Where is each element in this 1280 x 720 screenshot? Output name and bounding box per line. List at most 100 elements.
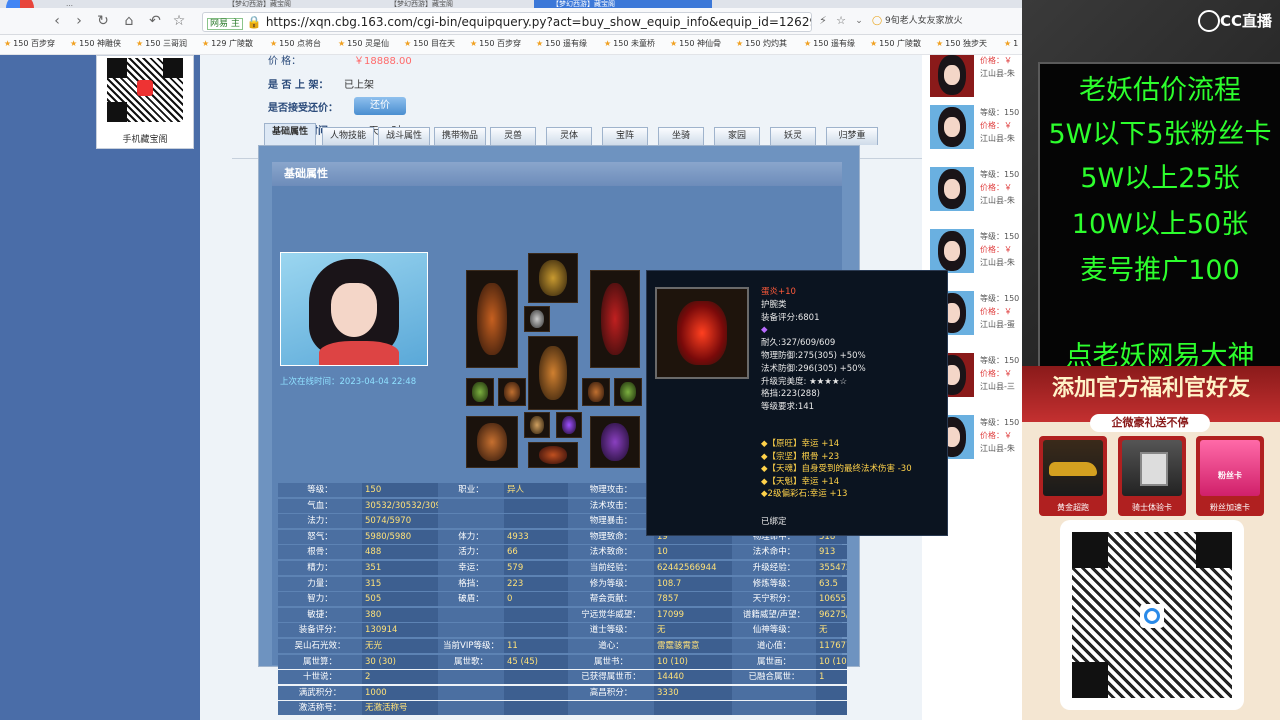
listing-text: 等级：150 xyxy=(980,418,1020,427)
stat-value: 雷霆骇霄意 xyxy=(654,639,735,653)
tab-3[interactable]: 携带物品 xyxy=(434,127,486,145)
url-input[interactable]: 网易 主 🔒 https://xqn.cbg.163.com/cgi-bin/equ… xyxy=(202,12,812,32)
fan-card-icon: 粉丝卡 xyxy=(1200,440,1260,496)
ring-slot-2[interactable] xyxy=(498,378,526,406)
bookmark-star-icon: ★ xyxy=(804,39,812,48)
bookmark-star-icon[interactable]: ☆ xyxy=(170,12,188,30)
undo-icon[interactable]: ↶ xyxy=(146,12,164,30)
bookmark-item[interactable]: ★ 150 百步穿 xyxy=(4,38,55,50)
listing-item[interactable]: 价格：￥ 江山县-朱 xyxy=(928,55,1022,109)
tab-2[interactable]: 战斗属性 xyxy=(378,127,430,145)
charm-slot-1[interactable] xyxy=(524,412,550,438)
tab-6[interactable]: 宝阵 xyxy=(602,127,648,145)
bookmark-label: 150 百步穿 xyxy=(479,39,521,48)
bookmark-item[interactable]: ★ 150 独步天 xyxy=(936,38,987,50)
tab-9[interactable]: 妖灵 xyxy=(770,127,816,145)
listing-item[interactable]: 等级：150 价格：￥ 江山县-朱 xyxy=(928,105,1022,161)
browser-tab-3[interactable]: 【梦幻西游】藏宝阁 xyxy=(372,0,540,8)
promo-line-3: 5W以上25张 xyxy=(1080,163,1240,194)
bookmark-item[interactable]: ★ 150 遥有缘 xyxy=(536,38,587,50)
flash-icon[interactable]: ⚡ xyxy=(814,12,832,30)
browser-tab-1[interactable]: … xyxy=(48,0,216,8)
stat-key: 格挡： xyxy=(438,576,505,591)
tab-7[interactable]: 坐骑 xyxy=(658,127,704,145)
welfare-subtitle: 企微豪礼送不停 xyxy=(1111,416,1189,429)
bookmark-item[interactable]: ★ 129 广陵散 xyxy=(202,38,253,50)
cc-logo-icon xyxy=(1198,10,1220,32)
stat-row: 根骨： 488 活力： 66 法术致命： 10 法术命中： 913 xyxy=(278,545,847,560)
bookmark-item[interactable]: ★ 150 目在天 xyxy=(404,38,455,50)
charm-slot-2[interactable] xyxy=(556,412,582,438)
ring-slot-4[interactable] xyxy=(614,378,642,406)
bookmark-item[interactable]: ★ 150 未童桥 xyxy=(604,38,655,50)
stat-value xyxy=(504,623,571,638)
stat-key: 道心值： xyxy=(732,639,817,653)
stat-key xyxy=(568,701,655,716)
listing-item[interactable]: 等级：150 价格：￥ 江山县-朱 xyxy=(928,167,1022,223)
favorite-icon[interactable]: ☆ xyxy=(832,12,850,30)
bookmark-item[interactable]: ★ 150 百步穿 xyxy=(470,38,521,50)
wechat-qr-code[interactable] xyxy=(1060,520,1244,710)
stat-key: 法力： xyxy=(278,514,363,529)
stat-row: 敏捷：380 宁远觉华威望：17099谱籍威望/声望：96275/44694 xyxy=(278,607,847,623)
tab-4[interactable]: 灵兽 xyxy=(490,127,536,145)
forward-icon[interactable]: › xyxy=(70,12,88,30)
ring-slot-1[interactable] xyxy=(466,378,494,406)
tooltip-line: 等级要求:141 xyxy=(761,402,815,413)
bookmark-item[interactable]: ★ 150 广陵散 xyxy=(870,38,921,50)
belt-slot[interactable] xyxy=(528,442,578,468)
bookmarks-bar: ★ 150 百步穿 ★ 150 神雕侠 ★ 150 三哥润 ★ 129 广陵散 ★ 150 点将台… xyxy=(0,35,1022,55)
tab-1[interactable]: 人物技能 xyxy=(322,127,374,145)
stat-key: 破盾： xyxy=(438,592,505,607)
listing-text: 等级：150 xyxy=(980,294,1020,303)
stat-value: 无激活称号 xyxy=(362,701,441,716)
armor-slot[interactable] xyxy=(528,336,578,410)
bookmark-item[interactable]: ★ 150 遥有缘 xyxy=(804,38,855,50)
search-icon: ◯ xyxy=(872,16,885,26)
ring-slot-3[interactable] xyxy=(582,378,610,406)
search-input[interactable]: ◯ 9旬老人女友家放火 xyxy=(872,12,1018,30)
stat-value: 505 xyxy=(362,592,441,607)
stat-value: 579 xyxy=(504,561,571,575)
glove-slot[interactable] xyxy=(466,416,518,468)
bookmark-star-icon: ★ xyxy=(202,39,210,48)
stat-value: 66 xyxy=(504,545,571,560)
bookmark-item[interactable]: ★ 150 三哥润 xyxy=(136,38,187,50)
listing-text: 江山县-朱 xyxy=(980,258,1015,267)
home-icon[interactable]: ⌂ xyxy=(120,12,138,30)
stat-key: 装备评分： xyxy=(278,623,363,638)
bookmark-item[interactable]: ★ 150 灼灼其 xyxy=(736,38,787,50)
tab-0[interactable]: 基础属性 xyxy=(264,123,316,146)
card-supercar[interactable]: 黄金超跑 xyxy=(1039,436,1107,516)
dropdown-icon[interactable]: ⌄ xyxy=(850,12,868,30)
stat-key xyxy=(438,623,505,638)
necklace-slot[interactable] xyxy=(524,306,550,332)
browser-tab-active[interactable]: 【梦幻西游】藏宝阁 xyxy=(534,0,712,8)
reload-icon[interactable]: ↻ xyxy=(94,12,112,30)
bookmark-item[interactable]: ★ 1 xyxy=(1004,38,1018,50)
helmet-slot[interactable] xyxy=(528,253,578,303)
tooltip-affix: ◆2级偏彩石:幸运 +13 xyxy=(761,489,848,500)
tab-8[interactable]: 家园 xyxy=(714,127,760,145)
weapon-slot[interactable] xyxy=(466,270,518,368)
bargain-button[interactable]: 还价 xyxy=(354,97,406,115)
tooltip-line: 法术防御:296(305) +50% xyxy=(761,363,866,374)
back-icon[interactable]: ‹ xyxy=(48,12,66,30)
bookmark-item[interactable]: ★ 150 点将台 xyxy=(270,38,321,50)
stat-value: 10 xyxy=(654,545,735,560)
card-knight[interactable]: 骑士体验卡 xyxy=(1118,436,1186,516)
bookmark-item[interactable]: ★ 150 神仙骨 xyxy=(670,38,721,50)
tab-5[interactable]: 灵体 xyxy=(546,127,592,145)
bracer-slot[interactable] xyxy=(590,270,640,368)
bookmark-item[interactable]: ★ 150 灵是仙 xyxy=(338,38,389,50)
bookmark-item[interactable]: ★ 150 神雕侠 xyxy=(70,38,121,50)
stat-value: 351 xyxy=(362,561,441,575)
stat-key xyxy=(438,685,505,700)
boots-slot[interactable] xyxy=(590,416,640,468)
card-fan[interactable]: 粉丝卡 粉丝加速卡 xyxy=(1196,436,1264,516)
mobile-qr-card[interactable]: 手机藏宝阁 xyxy=(96,55,194,149)
tab-10[interactable]: 归梦重 xyxy=(826,127,878,145)
listing-text: 等级：150 xyxy=(980,170,1020,179)
browser-tab-2[interactable]: 【梦幻西游】藏宝阁 xyxy=(210,0,378,8)
promo-line-2: 5W以下5张粉丝卡 xyxy=(1048,119,1272,150)
